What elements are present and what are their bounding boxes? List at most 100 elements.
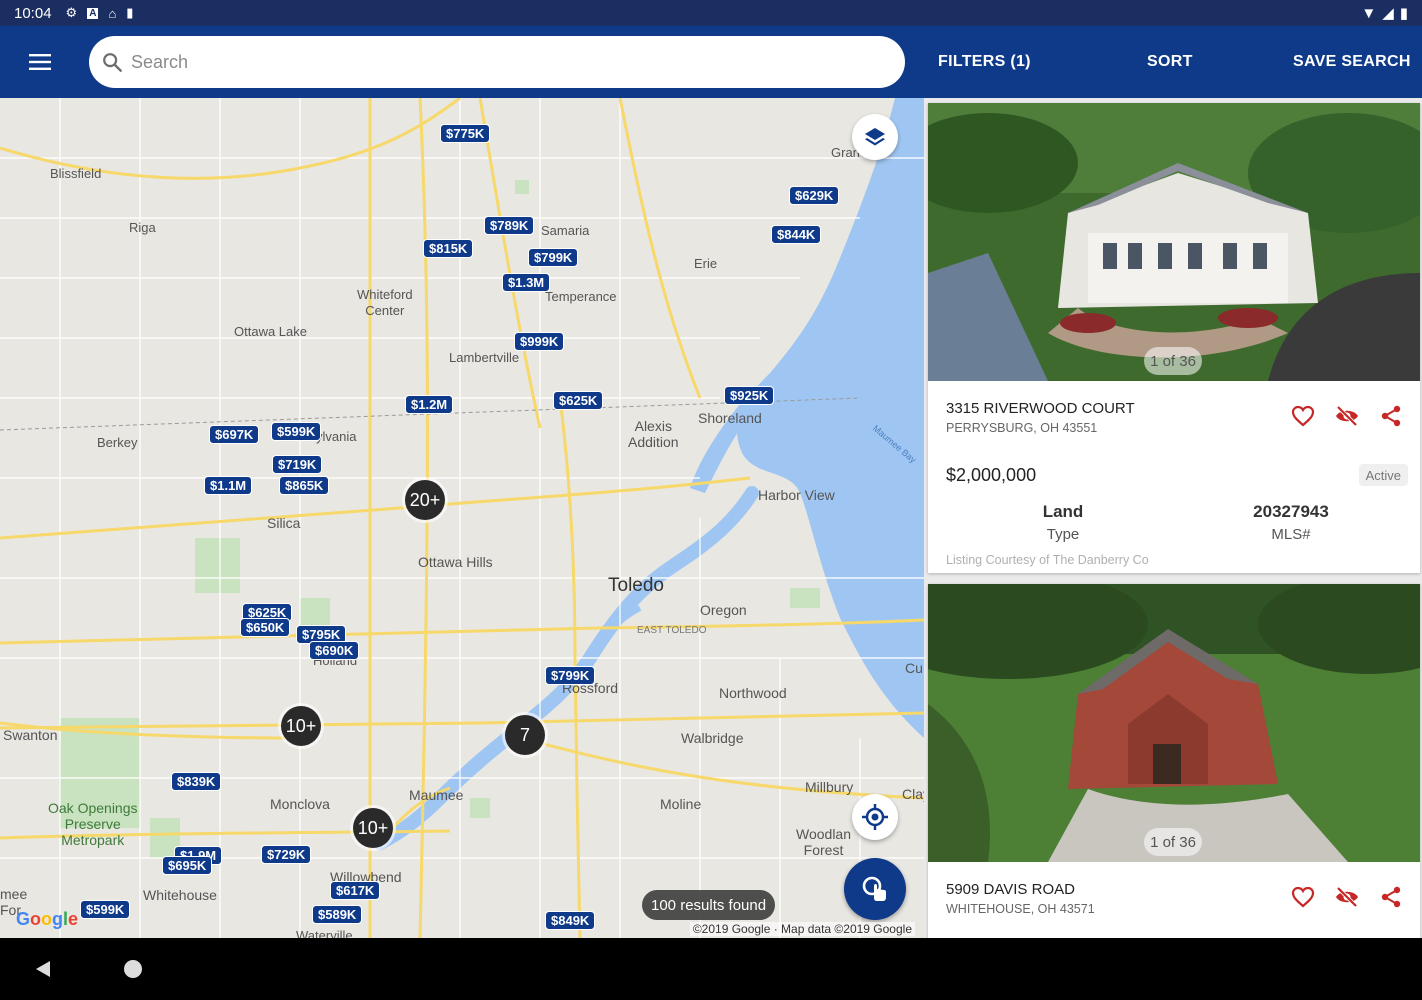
price-pin[interactable]: $695K — [162, 856, 213, 875]
app-bar: Search FILTERS (1) SORT SAVE SEARCH — [0, 26, 1422, 98]
save-search-button[interactable]: SAVE SEARCH — [1293, 26, 1411, 98]
house-photo-image — [928, 103, 1420, 381]
price-pin[interactable]: $589K — [312, 905, 363, 924]
map-place: Clay — [902, 786, 924, 802]
share-button[interactable] — [1378, 884, 1404, 910]
search-placeholder: Search — [131, 51, 189, 72]
price-pin[interactable]: $617K — [330, 881, 381, 900]
favorite-button[interactable] — [1290, 884, 1316, 910]
sort-button[interactable]: SORT — [1147, 26, 1193, 98]
eye-off-icon — [1336, 886, 1358, 908]
map-place: Cu — [905, 660, 923, 676]
map-place: Whitehouse — [143, 887, 217, 903]
map-place: Woodlan Forest — [796, 826, 852, 858]
map-place: Ottawa Hills — [418, 554, 493, 570]
map-place: ylvania — [316, 429, 357, 444]
price-pin[interactable]: $789K — [484, 216, 535, 235]
hide-button[interactable] — [1334, 884, 1360, 910]
favorite-button[interactable] — [1290, 403, 1316, 429]
draw-search-button[interactable] — [844, 858, 906, 920]
map-cluster[interactable]: 20+ — [405, 480, 445, 520]
map-cluster[interactable]: 10+ — [353, 808, 393, 848]
price-pin[interactable]: $839K — [171, 772, 222, 791]
my-location-button[interactable] — [852, 794, 898, 840]
share-icon — [1381, 886, 1401, 908]
price-pin[interactable]: $1.3M — [502, 273, 551, 292]
map-cluster[interactable]: 10+ — [281, 706, 321, 746]
map-place: Swanton — [3, 727, 58, 743]
map-place: Temperance — [545, 289, 617, 304]
listing-mls-stat: 20327943 MLS# — [1171, 502, 1411, 543]
map-place: Maumee — [409, 787, 464, 803]
type-label: Type — [1046, 526, 1080, 543]
map-place: Samaria — [541, 223, 590, 238]
status-right: ▼ ◢ ▮ — [1361, 4, 1408, 23]
map-layers-button[interactable] — [852, 114, 898, 160]
map-place: Monclova — [270, 796, 330, 812]
filters-button[interactable]: FILTERS (1) — [938, 26, 1031, 98]
battery-icon: ▮ — [1399, 5, 1408, 22]
price-pin[interactable]: $799K — [545, 666, 596, 685]
price-pin[interactable]: $599K — [271, 422, 322, 441]
price-pin[interactable]: $925K — [724, 386, 775, 405]
price-pin[interactable]: $849K — [545, 911, 596, 930]
map-cluster[interactable]: 7 — [505, 715, 545, 755]
system-nav-bar — [0, 938, 1422, 1000]
home-status-icon: ⌂ — [108, 5, 117, 21]
heart-icon — [1291, 405, 1315, 427]
map-place: Silica — [267, 515, 301, 531]
price-pin[interactable]: $625K — [553, 391, 604, 410]
map-place: Berkey — [97, 435, 138, 450]
price-pin[interactable]: $775K — [440, 124, 491, 143]
share-button[interactable] — [1378, 403, 1404, 429]
map-place-toledo: Toledo — [608, 575, 664, 596]
status-bar: 10:04 ⚙ A ⌂ ▮ ▼ ◢ ▮ — [0, 0, 1422, 26]
menu-button[interactable] — [0, 26, 80, 98]
google-logo: Google — [16, 909, 79, 929]
photo-counter: 1 of 36 — [1144, 828, 1202, 856]
type-value: Land — [1042, 502, 1084, 521]
price-pin[interactable]: $844K — [771, 225, 822, 244]
price-pin[interactable]: $999K — [514, 332, 565, 351]
price-pin[interactable]: $719K — [272, 455, 323, 474]
map-place: Shoreland — [698, 410, 762, 426]
map-place: Moline — [660, 796, 702, 812]
status-time: 10:04 — [14, 4, 52, 22]
price-pin[interactable]: $690K — [309, 641, 360, 660]
layers-icon — [865, 128, 885, 146]
home-nav-icon[interactable] — [124, 960, 142, 978]
price-pin[interactable]: $629K — [789, 186, 840, 205]
price-pin[interactable]: $865K — [279, 476, 330, 495]
price-pin[interactable]: $729K — [261, 845, 312, 864]
house-photo-image — [928, 584, 1420, 862]
search-input[interactable]: Search — [89, 36, 905, 88]
hide-button[interactable] — [1334, 403, 1360, 429]
listing-photo[interactable]: 1 of 36 — [928, 103, 1420, 381]
map-view[interactable]: Blissfield Riga Ottawa Lake Berkey White… — [0, 98, 924, 938]
map-place: Walbridge — [681, 730, 744, 746]
price-pin[interactable]: $1.2M — [405, 395, 454, 414]
back-icon[interactable] — [34, 960, 52, 978]
listing-card[interactable]: 1 of 36 3315 RIVERWOOD COURT PERRYSBURG,… — [928, 103, 1420, 573]
status-badge: Active — [1358, 464, 1408, 486]
price-pin[interactable]: $799K — [528, 248, 579, 267]
listings-panel[interactable]: 1 of 36 3315 RIVERWOOD COURT PERRYSBURG,… — [924, 98, 1422, 938]
price-pin[interactable]: $815K — [423, 239, 474, 258]
price-pin[interactable]: $1.1M — [204, 476, 253, 495]
listing-courtesy: Listing Courtesy of The Danberry Co — [946, 553, 1149, 567]
map-attribution: ©2019 Google · Map data ©2019 Google — [689, 922, 915, 936]
signal-icon: ◢ — [1382, 5, 1394, 22]
listing-card[interactable]: 1 of 36 5909 DAVIS ROAD WHITEHOUSE, OH 4… — [928, 584, 1420, 938]
price-pin[interactable]: $650K — [240, 618, 291, 637]
map-place: Lambertville — [449, 350, 520, 365]
mls-label: MLS# — [1271, 526, 1311, 543]
price-pin[interactable]: $697K — [209, 425, 260, 444]
price-pin[interactable]: $599K — [80, 900, 131, 919]
map-place: Alexis Addition — [628, 418, 679, 450]
photo-counter: 1 of 36 — [1144, 347, 1202, 375]
listing-address: 3315 RIVERWOOD COURT — [946, 400, 1135, 417]
listing-address: 5909 DAVIS ROAD — [946, 881, 1075, 898]
listing-photo[interactable]: 1 of 36 — [928, 584, 1420, 862]
listing-actions — [1290, 403, 1404, 429]
map-place: Blissfield — [50, 166, 102, 181]
